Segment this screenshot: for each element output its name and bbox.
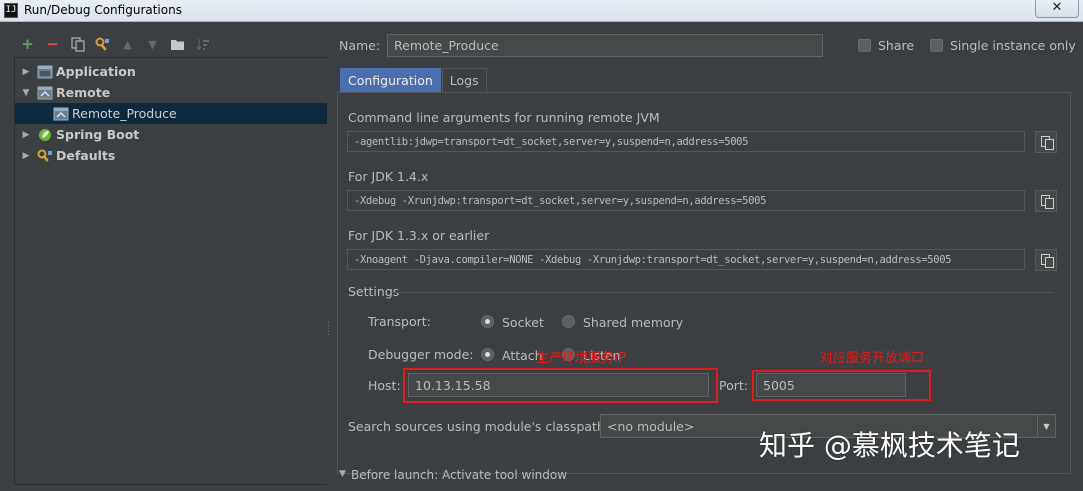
tree-item-application[interactable]: ▶ Application <box>15 61 327 82</box>
move-up-icon[interactable]: ▲ <box>118 35 137 54</box>
transport-shared-memory-label: Shared memory <box>583 315 684 330</box>
share-label: Share <box>878 38 915 53</box>
application-icon <box>37 65 53 79</box>
copy-jdk14-button[interactable] <box>1035 190 1057 212</box>
tree-item-remote[interactable]: ▼ Remote <box>15 82 327 103</box>
configurations-tree: ▶ Application ▼ Remote Remote_Produce ▶ <box>14 57 327 485</box>
window-titlebar: IJ Run/Debug Configurations ✕ <box>0 0 1083 22</box>
before-launch-label[interactable]: Before launch: Activate tool window <box>351 468 567 482</box>
window-title: Run/Debug Configurations <box>24 3 182 17</box>
cmdline-label: Command line arguments for running remot… <box>348 110 660 125</box>
edit-defaults-icon[interactable] <box>93 35 112 54</box>
port-highlight-box <box>752 370 931 401</box>
tab-configuration[interactable]: Configuration <box>340 68 441 92</box>
debugger-attach-radio[interactable] <box>481 348 494 361</box>
tree-item-spring-boot[interactable]: ▶ Spring Boot <box>15 124 327 145</box>
cmdline-args-field[interactable]: -agentlib:jdwp=transport=dt_socket,serve… <box>347 131 1025 152</box>
copy-cmdline-button[interactable] <box>1035 131 1057 153</box>
settings-separator <box>392 292 1052 293</box>
expand-arrow-icon[interactable]: ▶ <box>19 67 33 77</box>
zhihu-watermark: 知乎 @慕枫技术笔记 <box>759 429 1020 462</box>
editor-tabs: Configuration Logs <box>340 68 488 92</box>
module-classpath-value: <no module> <box>607 418 695 434</box>
folder-icon[interactable] <box>168 35 187 54</box>
classpath-label: Search sources using module's classpath: <box>348 419 610 434</box>
host-label: Host: <box>368 378 401 393</box>
name-label: Name: <box>339 38 381 53</box>
move-down-icon[interactable]: ▼ <box>143 35 162 54</box>
port-annotation: 对应服务开放端口 <box>820 351 925 366</box>
host-annotation: 生产环境服务IP <box>536 351 626 366</box>
jdk13-label: For JDK 1.3.x or earlier <box>348 228 490 243</box>
tree-item-label: Remote <box>56 85 111 100</box>
tree-item-label: Remote_Produce <box>72 106 177 121</box>
tree-item-label: Spring Boot <box>56 127 140 142</box>
debugger-mode-label: Debugger mode: <box>368 347 474 362</box>
remove-icon[interactable]: − <box>43 35 62 54</box>
expand-arrow-icon[interactable]: ▶ <box>19 130 33 140</box>
share-checkbox[interactable] <box>858 39 871 52</box>
transport-socket-label: Socket <box>502 315 544 330</box>
tab-logs[interactable]: Logs <box>441 68 487 92</box>
configurations-panel: + − ▲ ▼ ▶ Application ▼ Remote Remote_Pr… <box>14 30 327 485</box>
host-highlight-box <box>403 368 718 403</box>
port-label: Port: <box>719 378 748 393</box>
collapse-arrow-icon[interactable]: ▼ <box>19 88 33 98</box>
tree-item-remote-produce[interactable]: Remote_Produce <box>15 103 327 124</box>
add-icon[interactable]: + <box>18 35 37 54</box>
tree-item-defaults[interactable]: ▶ Defaults <box>15 145 327 166</box>
chevron-down-icon[interactable]: ▼ <box>1037 415 1055 437</box>
copy-jdk13-button[interactable] <box>1035 249 1057 271</box>
transport-label: Transport: <box>368 314 431 329</box>
single-instance-label: Single instance only <box>950 38 1076 53</box>
tree-item-label: Defaults <box>56 148 116 163</box>
name-input[interactable]: Remote_Produce <box>387 34 823 57</box>
remote-config-icon <box>53 107 69 121</box>
transport-shared-memory-radio[interactable] <box>562 315 575 328</box>
copy-configuration-icon[interactable] <box>68 35 87 54</box>
configuration-editor: Name: Remote_Produce Share Single instan… <box>336 30 1080 490</box>
spring-boot-icon <box>37 128 53 142</box>
configurations-toolbar: + − ▲ ▼ <box>18 34 212 54</box>
sort-icon[interactable] <box>193 35 212 54</box>
close-button[interactable]: ✕ <box>1035 0 1079 18</box>
remote-icon <box>37 86 53 100</box>
intellij-app-icon: IJ <box>4 3 18 18</box>
single-instance-checkbox[interactable] <box>930 39 943 52</box>
expand-arrow-icon[interactable]: ▶ <box>19 151 33 161</box>
jdk14-args-field[interactable]: -Xdebug -Xrunjdwp:transport=dt_socket,se… <box>347 190 1025 211</box>
tree-item-label: Application <box>56 64 136 79</box>
jdk14-label: For JDK 1.4.x <box>348 169 429 184</box>
transport-socket-radio[interactable] <box>481 315 494 328</box>
defaults-wrench-icon <box>37 149 53 163</box>
jdk13-args-field[interactable]: -Xnoagent -Djava.compiler=NONE -Xdebug -… <box>347 249 1025 270</box>
before-launch-toggle-icon[interactable]: ▼ <box>339 469 346 479</box>
panel-splitter-handle[interactable]: · · · · · <box>327 319 330 341</box>
